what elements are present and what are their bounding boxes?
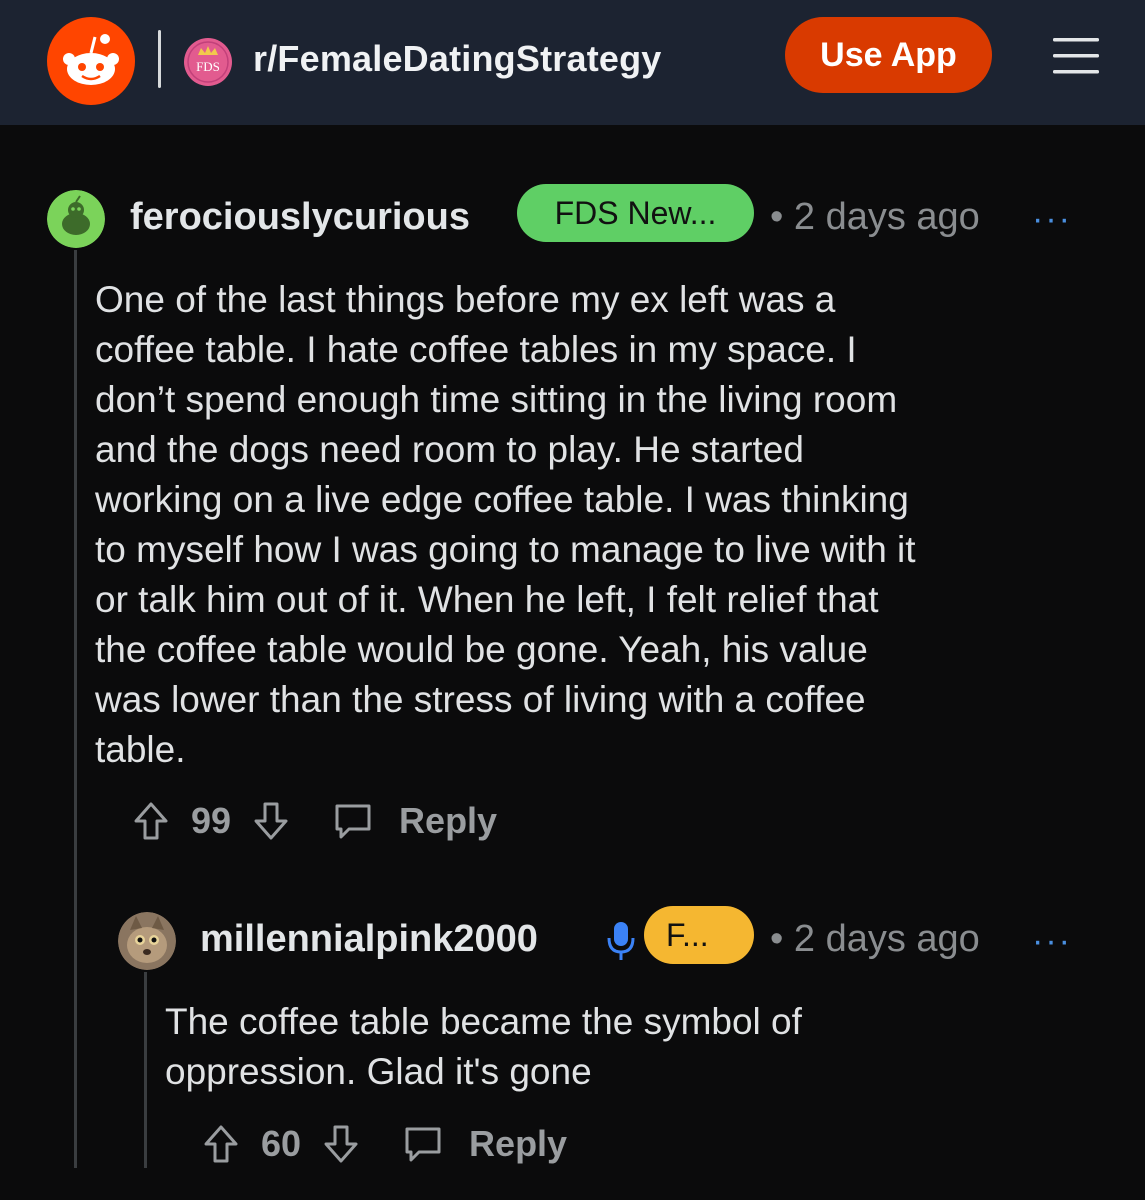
comment-username[interactable]: ferociouslycurious [130,196,470,239]
timestamp-text: 2 days ago [793,918,980,960]
upvote-icon[interactable] [203,1124,239,1164]
upvote-icon[interactable] [133,801,169,841]
comment-actions: 60 Reply [203,1123,567,1165]
downvote-icon[interactable] [323,1124,359,1164]
reply-icon[interactable] [403,1124,443,1164]
thread-line[interactable] [144,972,147,1168]
hamburger-menu-icon[interactable] [1053,36,1099,76]
thread-line[interactable] [74,250,77,1168]
reply-button[interactable]: Reply [399,800,497,842]
vote-count: 99 [191,800,232,841]
downvote-icon[interactable] [253,801,289,841]
subreddit-icon-text: FDS [196,59,220,74]
header-divider [158,30,161,88]
comment-actions: 99 Reply [133,800,497,842]
reply-icon[interactable] [333,801,373,841]
comment-body: The coffee table became the symbol of op… [165,1001,802,1092]
more-options-icon[interactable]: ··· [1032,922,1072,961]
subreddit-icon[interactable]: FDS [183,37,233,87]
comment-username[interactable]: millennialpink2000 [200,918,538,961]
vote-count: 60 [261,1123,302,1164]
use-app-button[interactable]: Use App [785,17,992,93]
comment-body: One of the last things before my ex left… [95,279,916,770]
avatar[interactable] [118,912,176,970]
more-options-icon[interactable]: ··· [1032,200,1072,239]
microphone-icon [607,922,635,960]
subreddit-name[interactable]: r/FemaleDatingStrategy [253,38,662,80]
user-flair: F... [644,906,754,964]
timestamp-text: 2 days ago [793,196,980,238]
reply-button[interactable]: Reply [469,1123,567,1165]
top-header: FDS r/FemaleDatingStrategy Use App [0,0,1145,125]
comment-timestamp: • 2 days ago [770,918,980,960]
user-flair: FDS New... [517,184,754,242]
avatar[interactable] [47,190,105,248]
reddit-logo-icon[interactable] [47,17,135,105]
comment-timestamp: • 2 days ago [770,196,980,238]
